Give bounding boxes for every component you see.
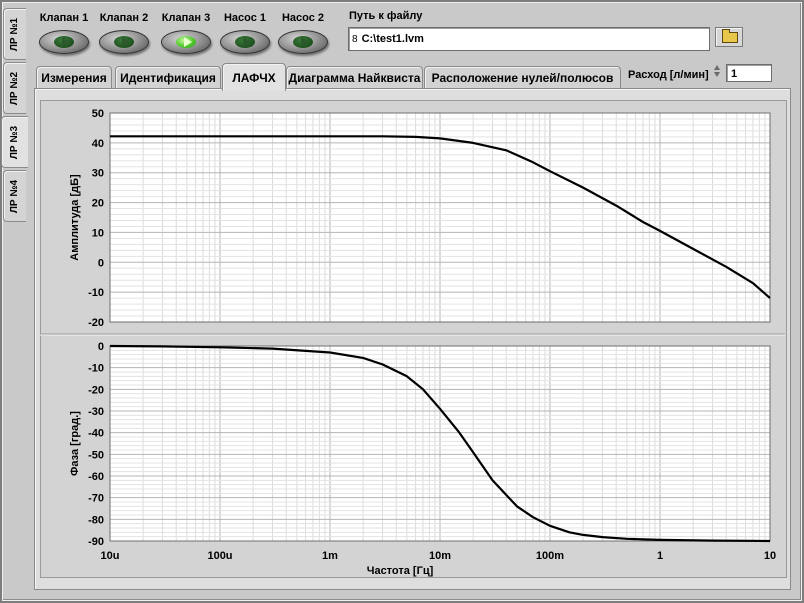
phase-y-tick-label: -40 [88,428,104,440]
phase-y-tick-label: -20 [88,384,104,396]
amplitude-y-tick-label: 20 [92,198,104,210]
phase-y-axis-label: Фаза [град.] [69,411,81,476]
amplitude-y-tick-label: 0 [98,257,104,269]
phase-x-tick-label: 10u [101,550,120,562]
phase-y-tick-label: -80 [88,514,104,526]
phase-y-tick-label: 0 [98,341,104,353]
amplitude-y-tick-label: 30 [92,168,104,180]
amplitude-y-tick-label: 40 [92,138,104,150]
phase-y-tick-label: -70 [88,493,104,505]
phase-y-tick-label: -30 [88,406,104,418]
amplitude-y-axis-label: Амплитуда [дБ] [69,174,81,261]
phase-y-tick-label: -50 [88,449,104,461]
amplitude-y-tick-label: 50 [92,108,104,120]
amplitude-y-tick-label: 10 [92,227,104,239]
phase-x-tick-label: 1m [322,550,338,562]
bode-plots: 50 40 30 20 10 0 -10 -20 Амплитуда [дБ] 0 -10 -20 -3… [40,108,785,577]
phase-x-tick-label: 10m [429,550,451,562]
phase-x-tick-label: 1 [657,550,663,562]
phase-y-tick-label: -90 [88,536,104,548]
phase-y-tick-label: -60 [88,471,104,483]
phase-x-axis-label: Частота [Гц] [367,565,434,577]
app-window: ЛР №1 ЛР №2 ЛР №3 ЛР №4 Клапан 1 Клапан … [0,0,804,603]
phase-x-tick-label: 100m [536,550,564,562]
phase-x-tick-label: 10 [764,550,776,562]
amplitude-y-tick-label: -10 [88,287,104,299]
phase-x-tick-label: 100u [207,550,232,562]
amplitude-y-tick-label: -20 [88,317,104,329]
phase-y-tick-label: -10 [88,363,104,375]
